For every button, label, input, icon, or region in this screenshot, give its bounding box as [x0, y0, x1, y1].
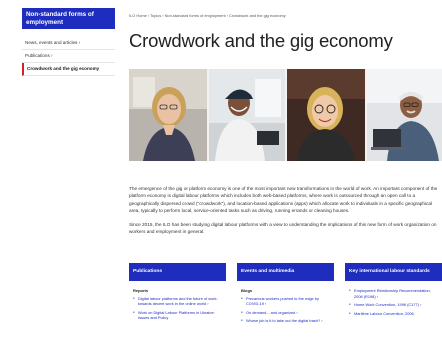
publication-link[interactable]: Work on Digital Labour Platforms in Ukra… — [133, 310, 222, 321]
resource-columns: Publications Reports Digital labour plat… — [129, 263, 442, 327]
intro-text: The emergence of the gig or platform eco… — [129, 185, 442, 235]
events-heading[interactable]: Events and multimedia — [237, 263, 334, 281]
publications-heading[interactable]: Publications — [129, 263, 226, 281]
events-list: Blogs Precarious workers pushed to the e… — [237, 281, 334, 324]
worker-photo-2 — [209, 69, 285, 161]
standards-column: Key international labour standards Emplo… — [345, 263, 442, 327]
sidebar-item-crowdwork[interactable]: Crowdwork and the gig economy — [22, 63, 115, 76]
sidebar-item-news[interactable]: News, events and articles › — [22, 37, 115, 50]
publication-link[interactable]: Digital labour platforms and the future … — [133, 296, 222, 307]
sidebar-nav: Non-standard forms of employment News, e… — [22, 8, 115, 76]
reports-subheading: Reports — [133, 288, 149, 293]
blog-link[interactable]: Whose job is it to take out the digital … — [241, 318, 330, 324]
publications-list: Reports Digital labour platforms and the… — [129, 281, 226, 321]
sidebar-item-publications[interactable]: Publications › — [22, 50, 115, 63]
intro-paragraph-1: The emergence of the gig or platform eco… — [129, 186, 438, 214]
breadcrumb[interactable]: ILO Home › Topics › Non-standard forms o… — [129, 13, 286, 18]
standard-link[interactable]: Home Work Convention, 1996 (C177) › — [349, 302, 438, 308]
sidebar-heading[interactable]: Non-standard forms of employment — [22, 8, 115, 29]
intro-paragraph-2: Since 2015, the ILO has been studying di… — [129, 221, 437, 235]
blogs-subheading: Blogs — [241, 288, 253, 293]
events-column: Events and multimedia Blogs Precarious w… — [237, 263, 334, 327]
standard-link[interactable]: Employment Relationship Recommendation, … — [349, 288, 438, 299]
standard-link[interactable]: Maritime Labour Convention, 2006 — [349, 311, 438, 317]
standards-heading[interactable]: Key international labour standards — [345, 263, 442, 281]
worker-photo-4 — [367, 69, 442, 161]
page-title: Crowdwork and the gig economy — [129, 30, 393, 51]
worker-photo-1 — [129, 69, 207, 161]
publications-column: Publications Reports Digital labour plat… — [129, 263, 226, 327]
sidebar-list: News, events and articles › Publications… — [22, 37, 115, 76]
hero-photo-collage — [129, 69, 442, 161]
worker-photo-3 — [287, 69, 365, 161]
blog-link[interactable]: Precarious workers pushed to the edge by… — [241, 296, 330, 307]
blog-link[interactable]: On demand... and organized › — [241, 310, 330, 316]
standards-list: Employment Relationship Recommendation, … — [345, 281, 442, 316]
